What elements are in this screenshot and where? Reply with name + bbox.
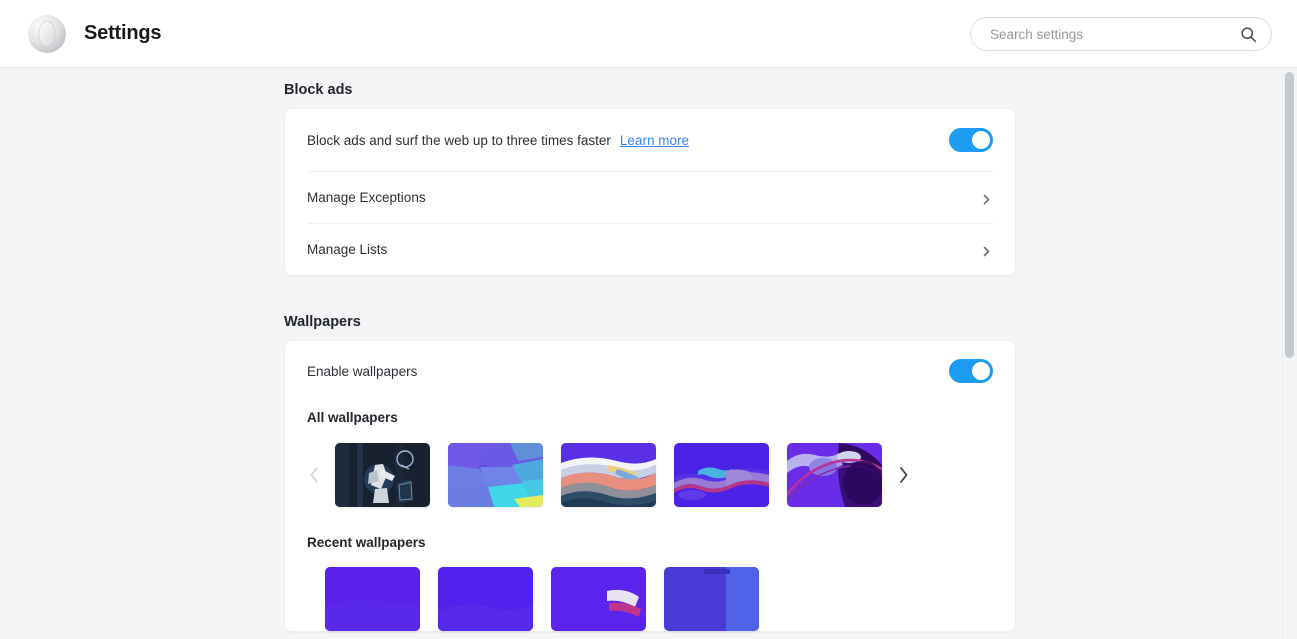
recent-wallpapers-thumbs bbox=[285, 567, 1015, 631]
row-label: Manage Lists bbox=[307, 242, 388, 257]
block-ads-card: Block ads and surf the web up to three t… bbox=[284, 108, 1016, 276]
all-wallpapers-carousel bbox=[285, 425, 1015, 507]
enable-wallpapers-toggle[interactable] bbox=[949, 359, 993, 383]
enable-wallpapers-label: Enable wallpapers bbox=[307, 363, 418, 379]
app-header: Settings bbox=[0, 0, 1297, 68]
vertical-scrollbar-thumb[interactable] bbox=[1285, 72, 1294, 358]
wallpaper-thumb-2[interactable] bbox=[448, 443, 543, 507]
section-title-wallpapers: Wallpapers bbox=[284, 314, 361, 330]
row-manage-lists[interactable]: Manage Lists bbox=[307, 223, 993, 275]
wallpaper-thumb-3[interactable] bbox=[561, 443, 656, 507]
recent-wallpaper-thumb-1[interactable] bbox=[325, 567, 420, 631]
wallpapers-card: Enable wallpapers All wallpapers Recent … bbox=[284, 340, 1016, 632]
row-label: Manage Exceptions bbox=[307, 190, 426, 205]
chevron-right-icon bbox=[983, 244, 990, 257]
block-ads-description-wrap: Block ads and surf the web up to three t… bbox=[307, 133, 949, 148]
settings-panel: Block ads Block ads and surf the web up … bbox=[284, 68, 1016, 632]
search-icon[interactable] bbox=[1240, 26, 1257, 43]
wallpaper-thumb-1[interactable] bbox=[335, 443, 430, 507]
enable-wallpapers-row: Enable wallpapers bbox=[285, 341, 1015, 383]
recent-wallpaper-thumb-4[interactable] bbox=[664, 567, 759, 631]
all-wallpapers-thumbs bbox=[335, 443, 882, 507]
toggle-knob bbox=[972, 362, 990, 380]
block-ads-toggle[interactable] bbox=[949, 128, 993, 152]
chevron-left-icon[interactable] bbox=[303, 466, 325, 484]
wallpaper-thumb-5[interactable] bbox=[787, 443, 882, 507]
vertical-scrollbar-track[interactable] bbox=[1282, 68, 1297, 639]
search-box[interactable] bbox=[970, 17, 1272, 51]
recent-wallpaper-thumb-2[interactable] bbox=[438, 567, 533, 631]
search-input[interactable] bbox=[990, 26, 1240, 42]
block-ads-main-row: Block ads and surf the web up to three t… bbox=[285, 109, 1015, 171]
search-container bbox=[970, 17, 1272, 51]
settings-content: Block ads Block ads and surf the web up … bbox=[0, 68, 1297, 639]
recent-wallpapers-heading: Recent wallpapers bbox=[307, 535, 426, 550]
wallpaper-thumb-4[interactable] bbox=[674, 443, 769, 507]
block-ads-description: Block ads and surf the web up to three t… bbox=[307, 132, 611, 148]
page-title: Settings bbox=[84, 22, 162, 44]
chevron-right-icon bbox=[983, 192, 990, 205]
all-wallpapers-heading: All wallpapers bbox=[307, 410, 398, 425]
opera-logo bbox=[27, 14, 67, 54]
section-title-block-ads: Block ads bbox=[284, 82, 353, 98]
row-manage-exceptions[interactable]: Manage Exceptions bbox=[307, 171, 993, 223]
recent-wallpaper-thumb-3[interactable] bbox=[551, 567, 646, 631]
toggle-knob bbox=[972, 131, 990, 149]
chevron-right-icon[interactable] bbox=[892, 466, 914, 484]
learn-more-link[interactable]: Learn more bbox=[620, 133, 689, 148]
brand: Settings bbox=[27, 14, 161, 54]
